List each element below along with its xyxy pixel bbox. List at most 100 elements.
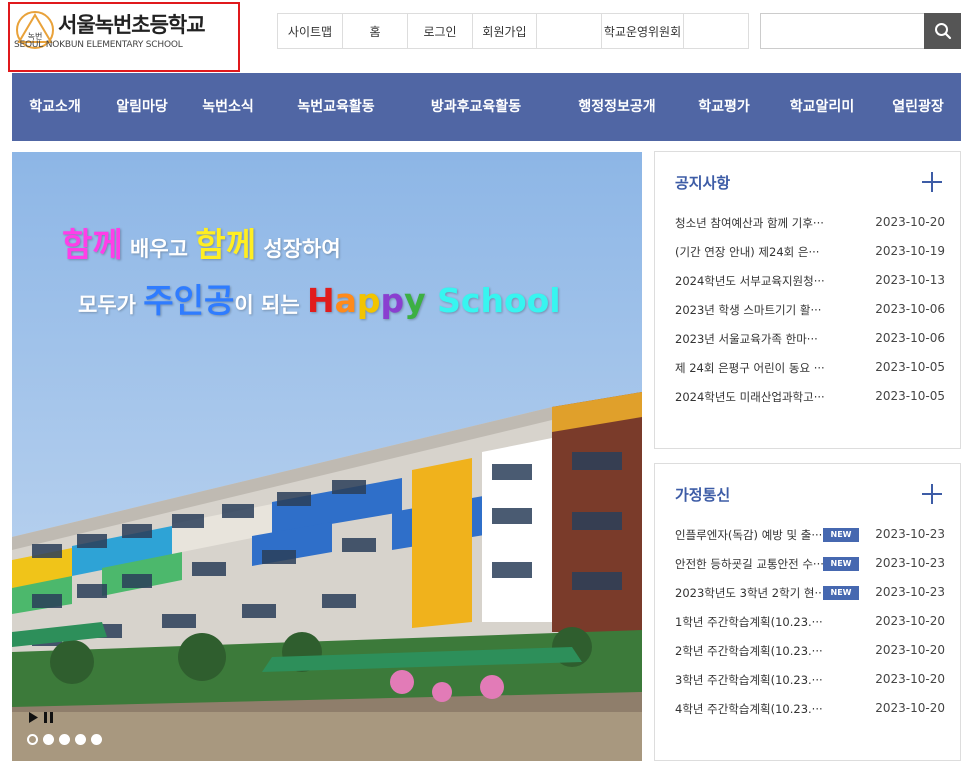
post-title[interactable]: 2024학년도 미래산업과학고··· [675, 389, 825, 405]
slider-dot[interactable] [75, 734, 86, 745]
post-title[interactable]: 2024학년도 서부교육지원청··· [675, 273, 825, 289]
slogan-word: 되는 [261, 293, 307, 317]
slogan-word: 성장하여 [256, 237, 341, 261]
home-letters-board: 가정통신 인플루엔자(독감) 예방 및 출··· NEW 2023-10-23 안전… [654, 463, 961, 761]
post-title[interactable]: 2023학년도 3학년 2학기 현··· [675, 585, 825, 601]
play-icon[interactable] [28, 712, 39, 723]
slogan-letter: a [334, 281, 357, 320]
post-date: 2023-10-05 [875, 360, 945, 374]
home-letters-title[interactable]: 가정통신 [675, 484, 730, 505]
new-badge: NEW [823, 528, 859, 542]
post-title[interactable]: 3학년 주간학습계획(10.23.··· [675, 672, 823, 688]
school-name: 서울녹번초등학교 [58, 13, 206, 37]
post-date: 2023-10-19 [875, 244, 945, 258]
new-badge: NEW [823, 557, 859, 571]
search-input[interactable] [761, 14, 925, 48]
util-link-home[interactable]: 홈 [343, 14, 408, 48]
post-title[interactable]: 청소년 참여예산과 함께 기후··· [675, 215, 824, 231]
nav-item-education[interactable]: 녹번교육활동 [297, 73, 374, 141]
nav-item-afterschool[interactable]: 방과후교육활동 [431, 73, 521, 141]
post-title[interactable]: 안전한 등하굣길 교통안전 수··· [675, 556, 824, 572]
notice-post[interactable]: 2024학년도 서부교육지원청··· 2023-10-13 [675, 271, 945, 291]
utility-nav: 사이트맵 홈 로그인 회원가입 학교운영위원회 [277, 13, 749, 49]
school-logo[interactable]: 녹번 서울녹번초등학교 SEOUL NOKBUN ELEMENTARY SCHO… [8, 2, 240, 72]
nav-item-evaluation[interactable]: 학교평가 [698, 73, 750, 141]
main-nav: 학교소개 알림마당 녹번소식 녹번교육활동 방과후교육활동 행정정보공개 학교평… [12, 73, 961, 141]
post-title[interactable]: 2023년 학생 스마트기기 활··· [675, 302, 821, 318]
post-date: 2023-10-20 [875, 215, 945, 229]
notice-post[interactable]: 청소년 참여예산과 함께 기후··· 2023-10-20 [675, 213, 945, 233]
home-letter-post[interactable]: 4학년 주간학습계획(10.23.··· 2023-10-20 [675, 699, 945, 719]
search-button[interactable] [924, 13, 961, 49]
slider-dot[interactable] [27, 734, 38, 745]
notice-post[interactable]: 2023년 학생 스마트기기 활··· 2023-10-06 [675, 300, 945, 320]
post-date: 2023-10-06 [875, 302, 945, 316]
post-date: 2023-10-13 [875, 273, 945, 287]
slogan-letter: y [404, 281, 426, 320]
new-badge: NEW [823, 586, 859, 600]
home-letter-post[interactable]: 2023학년도 3학년 2학기 현··· NEW 2023-10-23 [675, 583, 945, 603]
nav-item-school-alimi[interactable]: 학교알리미 [790, 73, 854, 141]
slogan-word: School [425, 281, 561, 320]
slogan-word: 배우고 [122, 237, 196, 261]
post-date: 2023-10-23 [875, 585, 945, 599]
slogan-word: 주인공 [143, 281, 235, 320]
post-title[interactable]: 2학년 주간학습계획(10.23.··· [675, 643, 823, 659]
home-letter-post[interactable]: 3학년 주간학습계획(10.23.··· 2023-10-20 [675, 670, 945, 690]
search-box [760, 13, 961, 49]
slogan-word: 모두가 [78, 293, 144, 317]
home-letters-more-plus-icon[interactable] [922, 484, 942, 504]
post-title[interactable]: 인플루엔자(독감) 예방 및 출··· [675, 527, 822, 543]
home-letter-post[interactable]: 안전한 등하굣길 교통안전 수··· NEW 2023-10-23 [675, 554, 945, 574]
slogan-letter: H [306, 281, 335, 320]
slider-dot[interactable] [91, 734, 102, 745]
slider-pagination [27, 734, 102, 745]
post-title[interactable]: 1학년 주간학습계획(10.23.··· [675, 614, 823, 630]
util-link-blank-2[interactable] [684, 14, 748, 48]
notice-post[interactable]: 2024학년도 미래산업과학고··· 2023-10-05 [675, 387, 945, 407]
slogan-word: 함께 [195, 225, 257, 264]
pause-icon[interactable] [43, 712, 54, 723]
util-link-sitemap[interactable]: 사이트맵 [278, 14, 343, 48]
home-letter-post[interactable]: 인플루엔자(독감) 예방 및 출··· NEW 2023-10-23 [675, 525, 945, 545]
home-letter-post[interactable]: 2학년 주간학습계획(10.23.··· 2023-10-20 [675, 641, 945, 661]
slogan-line-1: 함께 배우고 함께 성장하여 [62, 218, 341, 266]
post-date: 2023-10-20 [875, 643, 945, 657]
util-link-blank-1[interactable] [537, 14, 602, 48]
post-date: 2023-10-23 [875, 556, 945, 570]
slogan-word: 이 [234, 293, 262, 317]
nav-item-admin-info[interactable]: 행정정보공개 [578, 73, 655, 141]
nav-item-school-intro[interactable]: 학교소개 [29, 73, 81, 141]
notice-more-plus-icon[interactable] [922, 172, 942, 192]
post-date: 2023-10-20 [875, 614, 945, 628]
school-english-name: SEOUL NOKBUN ELEMENTARY SCHOOL [14, 40, 183, 50]
slogan-word: 함께 [62, 225, 123, 264]
post-date: 2023-10-23 [875, 527, 945, 541]
post-date: 2023-10-20 [875, 701, 945, 715]
notice-post[interactable]: (기간 연장 안내) 제24회 은··· 2023-10-19 [675, 242, 945, 262]
slogan-line-2: 모두가 주인공이 되는 Happy School [78, 274, 561, 322]
notice-post[interactable]: 제 24회 은평구 어린이 동요 ··· 2023-10-05 [675, 358, 945, 378]
post-title[interactable]: (기간 연장 안내) 제24회 은··· [675, 244, 819, 260]
post-date: 2023-10-05 [875, 389, 945, 403]
slider-controls [28, 712, 54, 723]
nav-item-open-square[interactable]: 열린광장 [892, 73, 944, 141]
util-link-login[interactable]: 로그인 [408, 14, 473, 48]
notice-post[interactable]: 2023년 서울교육가족 한마··· 2023-10-06 [675, 329, 945, 349]
nav-item-notices[interactable]: 알림마당 [116, 73, 168, 141]
nav-item-news[interactable]: 녹번소식 [202, 73, 254, 141]
post-title[interactable]: 제 24회 은평구 어린이 동요 ··· [675, 360, 825, 376]
util-link-committee[interactable]: 학교운영위원회 [602, 14, 684, 48]
main-visual-slider[interactable]: 함께 배우고 함께 성장하여 모두가 주인공이 되는 Happy School [12, 152, 642, 761]
post-date: 2023-10-06 [875, 331, 945, 345]
util-link-join[interactable]: 회원가입 [473, 14, 537, 48]
notice-board-title[interactable]: 공지사항 [675, 172, 730, 193]
post-date: 2023-10-20 [875, 672, 945, 686]
slogan-letter: p [356, 281, 381, 320]
post-title[interactable]: 4학년 주간학습계획(10.23.··· [675, 701, 823, 717]
slider-dot[interactable] [43, 734, 54, 745]
post-title[interactable]: 2023년 서울교육가족 한마··· [675, 331, 818, 347]
home-letter-post[interactable]: 1학년 주간학습계획(10.23.··· 2023-10-20 [675, 612, 945, 632]
slider-dot[interactable] [59, 734, 70, 745]
search-icon [934, 23, 951, 40]
